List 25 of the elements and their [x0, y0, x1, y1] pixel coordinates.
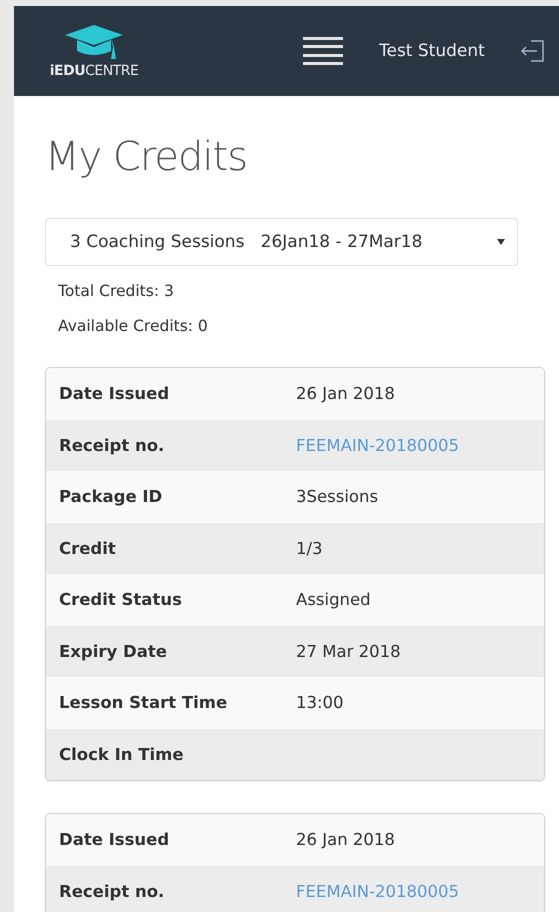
field-value: 13:00: [296, 693, 344, 712]
field-value: Assigned: [296, 590, 371, 610]
field-label: Date Issued: [58, 830, 170, 850]
field-value: 1/3: [296, 538, 323, 558]
field-value: 26 Jan 2018: [296, 830, 395, 850]
credit-summary: Total Credits: 3: [58, 281, 175, 302]
field-label: Credit Status: [58, 590, 183, 610]
logo-text: iEDUCENTRE: [50, 63, 138, 79]
field-value: 3Sessions: [296, 487, 378, 506]
field-label: Expiry Date: [58, 642, 168, 661]
field-label: Lesson Start Time: [58, 693, 228, 712]
user-name[interactable]: Test Student: [379, 41, 485, 61]
page-title: My Credits: [45, 134, 248, 180]
package-dropdown[interactable]: 3 Coaching Sessions 26Jan18 - 27Mar18: [45, 218, 518, 266]
field-label: Date Issued: [58, 384, 170, 404]
field-value: 26 Jan 2018: [296, 384, 395, 404]
caret-icon: [497, 239, 505, 245]
field-value: 27 Mar 2018: [296, 642, 401, 661]
menu-button[interactable]: [303, 37, 343, 65]
field-label: Receipt no.: [58, 882, 166, 901]
field-label: Credit: [58, 538, 117, 558]
field-label: Receipt no.: [58, 436, 166, 455]
field-label: Package ID: [58, 487, 164, 506]
credit-summary: Available Credits: 0: [58, 316, 209, 337]
field-label: Clock In Time: [58, 744, 185, 764]
